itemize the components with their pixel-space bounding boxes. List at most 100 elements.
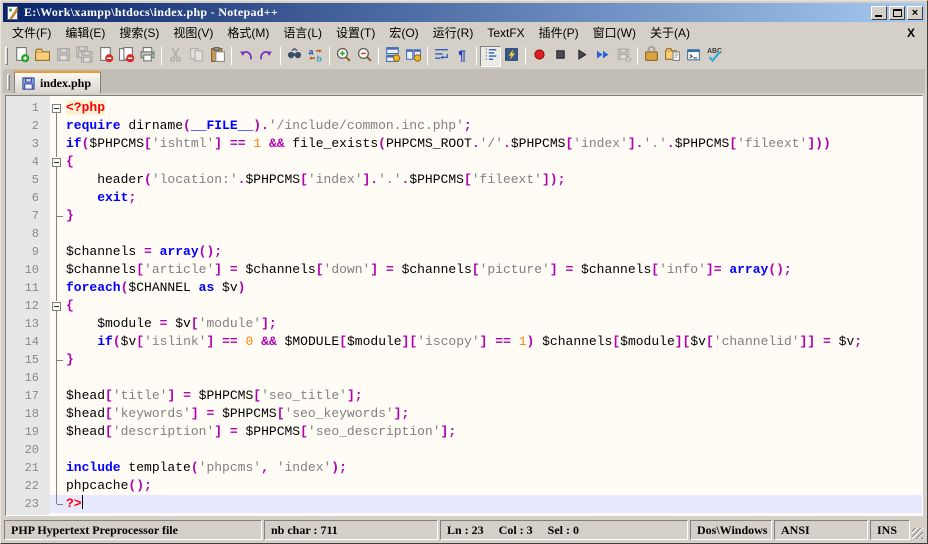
code-line[interactable]: 15} (6, 351, 922, 369)
maximize-icon (893, 9, 902, 17)
redo-button[interactable] (256, 46, 277, 67)
code-line[interactable]: 16 (6, 369, 922, 387)
code-token: (); (128, 478, 151, 493)
zoom-in-button[interactable] (333, 46, 354, 67)
code-line[interactable]: 21include template('phpcms', 'index'); (6, 459, 922, 477)
close-file-button[interactable] (95, 46, 116, 67)
tabbar-grip[interactable] (7, 74, 10, 90)
title-bar[interactable]: E:\Work\xampp\htdocs\index.php - Notepad… (3, 3, 925, 22)
code-line[interactable]: 22phpcache(); (6, 477, 922, 495)
editor[interactable]: 1<?php2require dirname(__FILE__).'/inclu… (5, 95, 923, 516)
fold-toggle[interactable] (50, 99, 64, 117)
code-line[interactable]: 19$head['description'] = $PHPCMS['seo_de… (6, 423, 922, 441)
status-cursor-position: Ln : 23 Col : 3 Sel : 0 (440, 520, 688, 540)
explorer-plugin-button[interactable] (662, 46, 683, 67)
code-text: $head['description'] = $PHPCMS['seo_desc… (64, 423, 922, 441)
code-token: [ (105, 406, 113, 421)
toolbar-grip[interactable] (5, 47, 8, 65)
zoom-out-button[interactable] (354, 46, 375, 67)
menu-run[interactable]: 运行(R) (426, 22, 481, 43)
paste-button[interactable] (207, 46, 228, 67)
code-line[interactable]: 6 exit; (6, 189, 922, 207)
code-token: 'channelid' (714, 334, 800, 349)
close-all-button[interactable] (116, 46, 137, 67)
macro-run-multiple-button[interactable] (592, 46, 613, 67)
sync-horizontal-scroll-button[interactable] (403, 46, 424, 67)
function-completion-button[interactable] (501, 46, 522, 67)
code-line[interactable]: 18$head['keywords'] = $PHPCMS['seo_keywo… (6, 405, 922, 423)
code-line[interactable]: 23?> (6, 495, 922, 513)
fold-toggle[interactable] (50, 153, 64, 171)
menu-language[interactable]: 语言(L) (276, 22, 329, 43)
code-line[interactable]: 14 if($v['islink'] == 0 && $MODULE[$modu… (6, 333, 922, 351)
code-line[interactable]: 9$channels = array(); (6, 243, 922, 261)
code-text: if($PHPCMS['ishtml'] == 1 && file_exists… (64, 135, 922, 153)
code-line[interactable]: 17$head['title'] = $PHPCMS['seo_title']; (6, 387, 922, 405)
indent-guide-button[interactable] (480, 46, 501, 67)
replace-button[interactable]: ab (305, 46, 326, 67)
menu-bar: 文件(F)编辑(E)搜索(S)视图(V)格式(M)语言(L)设置(T)宏(O)运… (3, 22, 925, 43)
code-token: == (230, 136, 246, 151)
macro-stop-button[interactable] (550, 46, 571, 67)
copy-button (186, 46, 207, 67)
code-line[interactable]: 1<?php (6, 99, 922, 117)
code-line[interactable]: 13 $module = $v['module']; (6, 315, 922, 333)
menu-plugins[interactable]: 插件(P) (532, 22, 586, 43)
menu-edit[interactable]: 编辑(E) (58, 22, 112, 43)
menu-search[interactable]: 搜索(S) (112, 22, 166, 43)
code-line[interactable]: 11foreach($CHANNEL as $v) (6, 279, 922, 297)
code-text: { (64, 153, 922, 171)
menu-file[interactable]: 文件(F) (5, 22, 58, 43)
code-line[interactable]: 5 header('location:'.$PHPCMS['index'].'.… (6, 171, 922, 189)
tab-index-php[interactable]: index.php (14, 71, 101, 93)
menu-settings[interactable]: 设置(T) (329, 22, 382, 43)
code-line[interactable]: 3if($PHPCMS['ishtml'] == 1 && file_exist… (6, 135, 922, 153)
menu-macro[interactable]: 宏(O) (382, 22, 425, 43)
open-file-button[interactable] (32, 46, 53, 67)
code-token: [ (144, 136, 152, 151)
code-line[interactable]: 10$channels['article'] = $channels['down… (6, 261, 922, 279)
macro-play-button[interactable] (571, 46, 592, 67)
code-line[interactable]: 20 (6, 441, 922, 459)
menubar-close-button[interactable]: X (899, 26, 923, 40)
sync-vertical-scroll-button[interactable] (382, 46, 403, 67)
spell-check-button[interactable]: ABC (704, 46, 725, 67)
menu-about[interactable]: 关于(A) (643, 22, 697, 43)
code-line[interactable]: 8 (6, 225, 922, 243)
code-token: 'picture' (480, 262, 550, 277)
toolbar-separator (637, 47, 638, 65)
menu-textfx[interactable]: TextFX (480, 24, 531, 42)
find-button[interactable] (284, 46, 305, 67)
code-line[interactable]: 4{ (6, 153, 922, 171)
textfx-plugin-button[interactable] (641, 46, 662, 67)
close-icon: × (908, 7, 922, 19)
word-wrap-button[interactable] (431, 46, 452, 67)
resize-grip[interactable] (912, 520, 924, 540)
undo-button[interactable] (235, 46, 256, 67)
menu-view[interactable]: 视图(V) (166, 22, 220, 43)
fold-line (50, 135, 64, 153)
code-token (269, 460, 277, 475)
show-all-characters-button[interactable]: ¶ (452, 46, 473, 67)
fold-toggle[interactable] (50, 297, 64, 315)
svg-text:b: b (317, 53, 322, 63)
print-button[interactable] (137, 46, 158, 67)
console-plugin-button[interactable] (683, 46, 704, 67)
new-file-button[interactable] (11, 46, 32, 67)
fold-line (50, 261, 64, 279)
maximize-button[interactable] (889, 6, 905, 20)
code-line[interactable]: 12{ (6, 297, 922, 315)
code-token: $head (66, 406, 105, 421)
code-text: <?php (64, 99, 922, 117)
code-token: $PHPCMS (238, 424, 300, 439)
code-line[interactable]: 7} (6, 207, 922, 225)
menu-window[interactable]: 窗口(W) (586, 22, 643, 43)
close-button[interactable]: × (907, 6, 923, 20)
code-token: 'info' (659, 262, 706, 277)
menu-format[interactable]: 格式(M) (220, 22, 276, 43)
code-text: require dirname(__FILE__).'/include/comm… (64, 117, 922, 135)
macro-record-button[interactable] (529, 46, 550, 67)
code-line[interactable]: 2require dirname(__FILE__).'/include/com… (6, 117, 922, 135)
code-token: $CHANNEL (128, 280, 198, 295)
minimize-button[interactable] (871, 6, 887, 20)
